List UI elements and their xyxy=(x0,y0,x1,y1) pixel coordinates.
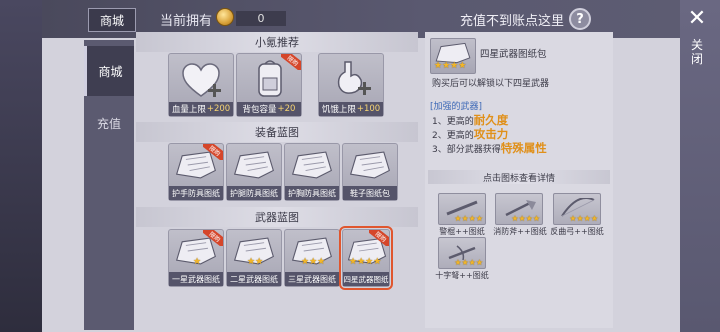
item-label: 饥饿上限 +100 xyxy=(319,102,383,116)
item-label: 三星武器图纸 xyxy=(285,272,339,286)
star-icon: ★ xyxy=(442,61,451,71)
shop-item-weapon-2star[interactable]: ★ ★ 二星武器图纸 xyxy=(226,229,282,287)
star-icon: ★ xyxy=(301,257,310,267)
shop-item-weapon-3star[interactable]: ★ ★ ★ 三星武器图纸 xyxy=(284,229,340,287)
star-icon: ★ xyxy=(357,257,366,267)
star-icon: ★ xyxy=(309,257,318,267)
star-icon: ★ xyxy=(475,258,483,267)
star-icon: ★ xyxy=(468,258,476,267)
blueprint-icon xyxy=(349,151,390,179)
shop-item-weapon-1star[interactable]: ★ 限购 一星武器图纸 xyxy=(168,229,224,287)
star-icon: ★ xyxy=(434,61,443,71)
item-label: 血量上限 +200 xyxy=(169,102,233,116)
star-icon: ★ xyxy=(247,257,256,267)
limited-badge: 限购 xyxy=(203,230,223,246)
sidebar-tab-shop[interactable]: 商城 xyxy=(84,46,134,96)
detail-hint: 点击图标查看详情 xyxy=(428,170,610,184)
left-background xyxy=(0,0,42,332)
weapon-icon-crossbow[interactable]: ★ ★ ★ ★ xyxy=(438,237,486,269)
shop-item-leg-blueprint[interactable]: 护腿防具图纸 xyxy=(226,143,282,201)
star-icon: ★ xyxy=(349,257,358,267)
balance-label: 当前拥有 xyxy=(160,14,213,29)
star-icon: ★ xyxy=(532,214,540,223)
star-icon: ★ xyxy=(458,61,467,71)
weapon-icon-baton[interactable]: ★ ★ ★ ★ xyxy=(438,193,486,225)
blueprint-icon xyxy=(233,151,274,179)
star-rating: ★ ★ ★ ★ xyxy=(569,214,598,223)
item-label: 鞋子图纸包 xyxy=(343,186,397,200)
blueprint-icon xyxy=(291,151,332,179)
weapon-label: 十字弩++图纸 xyxy=(435,271,489,280)
star-rating: ★ xyxy=(193,258,201,267)
star-icon: ★ xyxy=(518,214,526,223)
item-label: 一星武器图纸 xyxy=(169,272,223,286)
star-icon: ★ xyxy=(583,214,591,223)
detail-title: 四星武器图纸包 xyxy=(480,49,547,60)
stomach-plus-icon xyxy=(337,61,371,95)
shop-item-hunger[interactable]: 饥饿上限 +100 xyxy=(318,53,384,117)
weapon-icon-fire-axe[interactable]: ★ ★ ★ ★ xyxy=(495,193,543,225)
item-label: 护手防具图纸 xyxy=(169,186,223,200)
coin-icon xyxy=(216,8,234,26)
limited-badge: 限购 xyxy=(203,144,223,160)
close-icon[interactable]: ✕ xyxy=(686,8,708,30)
star-icon: ★ xyxy=(255,257,264,267)
item-label: 护胸防具图纸 xyxy=(285,186,339,200)
star-rating: ★ ★ ★ ★ xyxy=(434,62,466,71)
shop-item-shoe-blueprint[interactable]: 鞋子图纸包 xyxy=(342,143,398,201)
shop-item-chest-blueprint[interactable]: 护胸防具图纸 xyxy=(284,143,340,201)
shop-item-hp[interactable]: 血量上限 +200 xyxy=(168,53,234,117)
weapon-label: 消防斧++图纸 xyxy=(493,227,547,236)
star-icon: ★ xyxy=(461,214,469,223)
star-icon: ★ xyxy=(475,214,483,223)
weapon-icon-recurve-bow[interactable]: ★ ★ ★ ★ xyxy=(553,193,601,225)
section-title-recommend: 小氪推荐 xyxy=(136,32,418,52)
star-icon: ★ xyxy=(468,214,476,223)
star-icon: ★ xyxy=(317,257,326,267)
star-icon: ★ xyxy=(193,257,202,267)
star-rating: ★ ★ ★ ★ xyxy=(511,214,540,223)
star-icon: ★ xyxy=(373,257,382,267)
star-rating: ★ ★ ★ ★ xyxy=(454,258,483,267)
detail-line-3: 3、部分武器获得特殊属性 xyxy=(432,141,547,155)
detail-enhanced-heading: [加强的武器] xyxy=(430,102,483,112)
limited-badge: 限购 xyxy=(281,54,301,70)
star-icon: ★ xyxy=(525,214,533,223)
item-label: 二星武器图纸 xyxy=(227,272,281,286)
limited-badge: 限购 xyxy=(369,230,389,246)
shop-item-weapon-4star[interactable]: ★ ★ ★ ★ 限购 四星武器图纸 xyxy=(339,226,393,290)
item-label: 护腿防具图纸 xyxy=(227,186,281,200)
star-rating: ★ ★ ★ ★ xyxy=(349,258,381,267)
star-rating: ★ ★ xyxy=(247,258,263,267)
close-button-label[interactable]: 关闭 xyxy=(690,38,704,66)
help-icon[interactable]: ? xyxy=(569,8,591,30)
shop-title-tab: 商城 xyxy=(88,8,136,32)
sidebar-tab-recharge[interactable]: 充值 xyxy=(84,98,134,148)
coin-value: 0 xyxy=(236,11,286,26)
section-title-equipment: 装备蓝图 xyxy=(136,122,418,142)
star-icon: ★ xyxy=(576,214,584,223)
weapon-label: 反曲弓++图纸 xyxy=(550,227,604,236)
star-rating: ★ ★ ★ ★ xyxy=(454,214,483,223)
recharge-help-link[interactable]: 充值不到账点这里 xyxy=(460,10,564,29)
heart-plus-icon xyxy=(182,63,221,97)
item-label: 背包容量 +20 xyxy=(237,102,301,116)
selected-item-icon: ★ ★ ★ ★ xyxy=(430,38,476,74)
detail-description: 购买后可以解锁以下四星武器 xyxy=(432,79,550,89)
star-icon: ★ xyxy=(461,258,469,267)
shop-item-backpack[interactable]: 限购 背包容量 +20 xyxy=(236,53,302,117)
section-title-weapon: 武器蓝图 xyxy=(136,207,418,227)
star-rating: ★ ★ ★ xyxy=(301,258,325,267)
shop-item-glove-blueprint[interactable]: 限购 护手防具图纸 xyxy=(168,143,224,201)
star-icon: ★ xyxy=(590,214,598,223)
weapon-label: 警棍++图纸 xyxy=(439,227,485,236)
item-label: 四星武器图纸 xyxy=(343,272,389,286)
